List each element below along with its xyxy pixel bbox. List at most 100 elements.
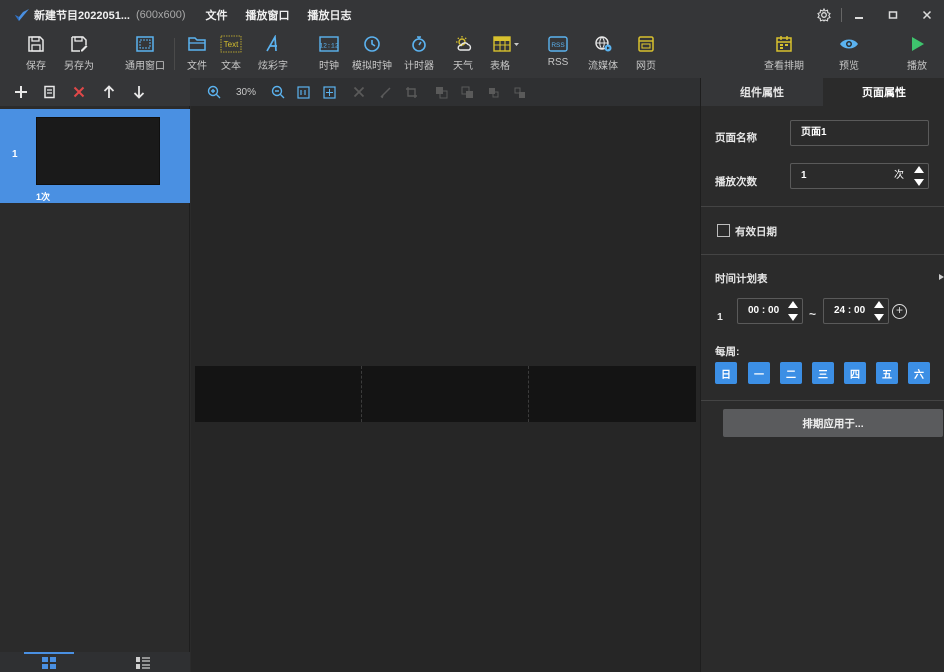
zoom-in-icon[interactable]: [202, 80, 226, 104]
preview-button[interactable]: 预览: [836, 32, 862, 76]
view-schedule-label: 查看排期: [764, 61, 804, 72]
day-button-sunday[interactable]: 日: [715, 362, 737, 384]
play-times-input[interactable]: 1 次: [790, 163, 929, 189]
end-time-stepper[interactable]: [873, 301, 885, 321]
day-button-monday[interactable]: 一: [748, 362, 770, 384]
copy-page-icon[interactable]: [37, 80, 61, 104]
stage-divider: [528, 366, 529, 422]
bring-front-icon[interactable]: [430, 80, 452, 104]
day-button-thursday[interactable]: 四: [844, 362, 866, 384]
weekly-label: 每周:: [715, 346, 740, 358]
move-down-icon[interactable]: [127, 80, 151, 104]
move-up-icon[interactable]: [97, 80, 121, 104]
valid-date-label: 有效日期: [735, 226, 777, 238]
page-play-count: 1次: [36, 192, 51, 202]
page-name-input[interactable]: 页面1: [790, 120, 929, 146]
analog-clock-button[interactable]: 模拟时钟: [350, 32, 394, 76]
time-range-separator: ~: [809, 307, 817, 321]
grid-view-icon[interactable]: [39, 654, 59, 672]
analog-clock-icon: [363, 32, 381, 56]
delete-page-icon[interactable]: [67, 80, 91, 104]
actual-size-icon[interactable]: [292, 80, 314, 104]
day-button-tuesday[interactable]: 二: [780, 362, 802, 384]
start-time-input[interactable]: 00 : 00: [737, 298, 803, 324]
move-forward-icon[interactable]: [482, 80, 504, 104]
day-button-saturday[interactable]: 六: [908, 362, 930, 384]
menu-play-window[interactable]: 播放窗口: [246, 7, 290, 23]
add-page-icon[interactable]: [9, 80, 33, 104]
analog-clock-label: 模拟时钟: [352, 61, 392, 72]
eye-icon: [839, 32, 859, 56]
play-times-stepper[interactable]: [913, 166, 925, 186]
colorful-text-button[interactable]: 炫彩字: [255, 32, 291, 76]
start-time-value: 00 : 00: [748, 305, 780, 316]
text-button[interactable]: Text 文本: [218, 32, 244, 76]
close-icon[interactable]: [910, 0, 944, 30]
general-window-label: 通用窗口: [125, 61, 165, 72]
fit-screen-icon[interactable]: [318, 80, 340, 104]
chevron-down-icon[interactable]: [914, 179, 924, 186]
text-icon-label: Text: [224, 40, 239, 49]
play-button[interactable]: 播放: [904, 32, 930, 76]
menu-file[interactable]: 文件: [206, 7, 228, 23]
page-list-item[interactable]: 1 1次: [0, 109, 190, 203]
page-list-panel: 1 1次: [0, 106, 190, 672]
general-window-button[interactable]: 通用窗口: [122, 32, 168, 76]
chevron-up-icon[interactable]: [788, 301, 798, 308]
timer-label: 计时器: [404, 61, 434, 72]
page-thumbnail: [36, 117, 160, 185]
day-button-friday[interactable]: 五: [876, 362, 898, 384]
chevron-down-icon[interactable]: [788, 314, 798, 321]
move-backward-icon[interactable]: [508, 80, 530, 104]
end-time-input[interactable]: 24 : 00: [823, 298, 889, 324]
timer-button[interactable]: 计时器: [402, 32, 436, 76]
weather-icon: [453, 32, 473, 56]
main-toolbar: 保存 另存为 通用窗口 文件 Text 文本 炫彩字 12:12 时钟 模拟时钟…: [0, 30, 944, 78]
editing-canvas[interactable]: [191, 106, 700, 672]
zoom-out-icon[interactable]: [266, 80, 290, 104]
program-stage[interactable]: [195, 366, 696, 422]
save-button[interactable]: 保存: [23, 32, 49, 76]
maximize-icon[interactable]: [876, 0, 910, 30]
list-view-icon[interactable]: [133, 654, 153, 672]
webpage-button[interactable]: 网页: [633, 32, 659, 76]
view-mode-tabs: [0, 652, 190, 672]
play-times-label: 播放次数: [715, 176, 757, 188]
divider: [701, 254, 944, 255]
brush-icon[interactable]: [374, 80, 396, 104]
divider: [701, 400, 944, 401]
clock-button[interactable]: 12:12 时钟: [316, 32, 342, 76]
crop-icon[interactable]: [400, 80, 422, 104]
save-as-button[interactable]: 另存为: [62, 32, 96, 76]
table-button[interactable]: 表格: [486, 32, 526, 76]
rss-button[interactable]: RSS RSS: [545, 32, 571, 76]
day-button-wednesday[interactable]: 三: [812, 362, 834, 384]
add-schedule-icon[interactable]: +: [892, 304, 907, 319]
collapse-arrow-icon[interactable]: [939, 272, 944, 280]
properties-tabs: 组件属性 页面属性: [701, 78, 944, 106]
table-icon: [492, 32, 520, 56]
streaming-icon: [593, 32, 613, 56]
save-icon: [27, 32, 45, 56]
delete-element-icon[interactable]: [348, 80, 370, 104]
app-title: 新建节目2022051...: [34, 10, 130, 22]
streaming-button[interactable]: 流媒体: [585, 32, 621, 76]
stopwatch-icon: [410, 32, 428, 56]
settings-gear-icon[interactable]: [807, 0, 841, 30]
minimize-icon[interactable]: [842, 0, 876, 30]
tab-page-properties[interactable]: 页面属性: [823, 78, 944, 106]
send-back-icon[interactable]: [456, 80, 478, 104]
apply-schedule-button[interactable]: 排期应用于...: [723, 409, 943, 437]
file-label: 文件: [187, 61, 207, 72]
chevron-down-icon[interactable]: [874, 314, 884, 321]
chevron-up-icon[interactable]: [874, 301, 884, 308]
menu-play-log[interactable]: 播放日志: [308, 7, 352, 23]
chevron-up-icon[interactable]: [914, 166, 924, 173]
file-button[interactable]: 文件: [184, 32, 210, 76]
tab-component-properties[interactable]: 组件属性: [701, 78, 823, 106]
weather-button[interactable]: 天气: [450, 32, 476, 76]
view-schedule-button[interactable]: 查看排期: [762, 32, 806, 76]
page-toolbar: [0, 78, 190, 106]
start-time-stepper[interactable]: [787, 301, 799, 321]
valid-date-checkbox[interactable]: [717, 224, 730, 237]
